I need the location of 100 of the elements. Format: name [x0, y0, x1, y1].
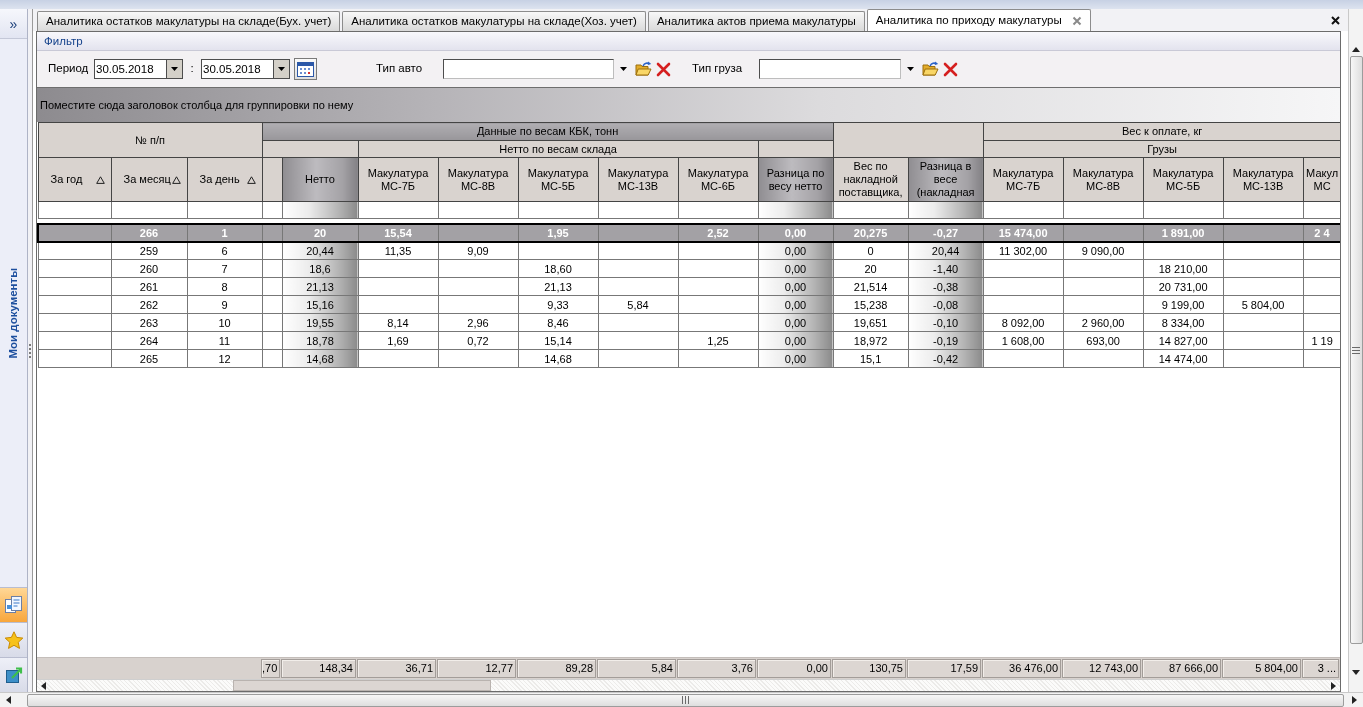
table-cell: 2,52: [678, 223, 758, 242]
cross-icon[interactable]: [656, 61, 671, 77]
lookup-field[interactable]: [443, 59, 614, 79]
folder-icon[interactable]: [635, 61, 652, 77]
calendar-icon: [297, 61, 314, 77]
footer-total: 17,59: [907, 659, 981, 678]
grip-icon[interactable]: [28, 343, 32, 358]
scrollbar-thumb[interactable]: [233, 680, 491, 691]
tab[interactable]: Аналитика остатков макулатуры на складе(Хоз. учет): [342, 11, 646, 31]
field-label: Тип авто: [376, 61, 424, 77]
tab[interactable]: Аналитика актов приема макулатуры: [647, 11, 865, 31]
footer-total: ,70: [261, 659, 280, 678]
sidebar-title[interactable]: Мои документы: [4, 267, 23, 359]
sort-triangle-icon: [95, 175, 105, 184]
footer-total: 0,00: [757, 659, 831, 678]
field-label: Период: [48, 61, 90, 77]
footer-total: 89,28: [517, 659, 596, 678]
sidebar-tile[interactable]: [0, 657, 27, 692]
column-header[interactable]: Макулатура МС-13В: [1223, 157, 1304, 202]
grip-icon: [1352, 346, 1360, 354]
date-field[interactable]: 30.05.2018: [201, 59, 273, 79]
table-row[interactable]: 263 10 19,55 8,14 2,96 8,46 0,00 19,651 -0,10 8 092,00 2 960,00 8 334,00: [38, 313, 1340, 332]
footer-total: 5 804,00: [1222, 659, 1301, 678]
column-header[interactable]: Макулатура МС-6Б: [678, 157, 758, 202]
lookup-field[interactable]: [759, 59, 901, 79]
arrow-left-icon[interactable]: [41, 681, 46, 690]
tab[interactable]: Аналитика остатков макулатуры на складе(Бух. учет): [37, 11, 341, 31]
column-header[interactable]: Макулатура МС-13В: [598, 157, 678, 202]
table-cell: 15,54: [358, 223, 438, 242]
arrow-right-icon[interactable]: [1352, 696, 1357, 704]
table-cell: 1,95: [518, 223, 598, 242]
footer-total: 36,71: [357, 659, 436, 678]
documents-icon: [3, 595, 24, 615]
expand-button[interactable]: »: [0, 9, 27, 39]
column-header[interactable]: За год: [38, 157, 111, 202]
table-row[interactable]: 265 12 14,68 14,68 0,00 15,1 -0,42 14 474,00: [38, 349, 1340, 368]
caret-icon: [171, 67, 178, 71]
sort-triangle-icon: [246, 175, 256, 184]
footer-total: 36 476,00: [982, 659, 1061, 678]
table-cell: 20,275: [833, 223, 909, 242]
cross-icon[interactable]: [943, 61, 958, 77]
caret-icon[interactable]: [907, 67, 914, 71]
column-header[interactable]: Макулатура МС-5Б: [1143, 157, 1224, 202]
band-header: Вес к оплате, кг: [983, 122, 1340, 141]
table-cell: -0,27: [908, 223, 984, 242]
table-cell: 0,00: [758, 223, 834, 242]
scrollbar-thumb[interactable]: [1349, 56, 1363, 644]
column-header[interactable]: Макулатура МС-7Б: [358, 157, 438, 202]
calendar-button[interactable]: [294, 58, 317, 80]
box-arrow-icon: [4, 666, 23, 684]
sort-triangle-icon: [171, 175, 181, 184]
table-row[interactable]: 259 6 20,44 11,35 9,09 0,00 0 20,44 11 302,00 9 090,00: [38, 241, 1340, 260]
column-header[interactable]: Макул МС: [1303, 157, 1340, 202]
caret-icon[interactable]: [620, 67, 627, 71]
footer-total: 87 666,00: [1142, 659, 1221, 678]
table-row[interactable]: 262 9 15,16 9,33 5,84 0,00 15,238 -0,08 9 199,00 5 804,00: [38, 295, 1340, 314]
column-header[interactable]: Разница по весу нетто: [758, 157, 834, 202]
arrow-up-icon[interactable]: [1352, 47, 1360, 52]
footer-total: 130,75: [832, 659, 906, 678]
column-header[interactable]: Макулатура МС-8В: [438, 157, 518, 202]
sidebar-tile[interactable]: [0, 622, 27, 657]
footer-total: 3 ...: [1302, 659, 1339, 678]
column-header[interactable]: Макулатура МС-8В: [1063, 157, 1144, 202]
dropdown-button[interactable]: [273, 59, 290, 79]
close-icon[interactable]: [1331, 16, 1340, 25]
arrow-right-icon[interactable]: [1331, 681, 1336, 690]
table-row[interactable]: 261 8 21,13 21,13 0,00 21,514 -0,38 20 731,00: [38, 277, 1340, 296]
horizontal-scrollbar[interactable]: [37, 679, 1340, 691]
table-row[interactable]: 264 11 18,78 1,69 0,72 15,14 1,25 0,00 18,972 -0,19 1 608,00 693,00 14 827,00 1 19: [38, 331, 1340, 350]
column-header[interactable]: Нетто: [282, 157, 358, 202]
sidebar-tile[interactable]: [0, 587, 27, 622]
group-panel: Поместите сюда заголовок столбца для группировки по нему: [37, 88, 1340, 122]
dropdown-button[interactable]: [166, 59, 183, 79]
column-header[interactable]: Макулатура МС-5Б: [518, 157, 598, 202]
footer-total: 12,77: [437, 659, 516, 678]
table-row[interactable]: 260 7 18,6 18,60 0,00 20 -1,40 18 210,00: [38, 259, 1340, 278]
column-header[interactable]: За день: [187, 157, 262, 202]
footer-total: 12 743,00: [1062, 659, 1141, 678]
footer-total: 148,34: [281, 659, 356, 678]
arrow-left-icon[interactable]: [6, 696, 11, 704]
table-cell: 1 891,00: [1143, 223, 1224, 242]
footer-total: 5,84: [597, 659, 676, 678]
column-header[interactable]: Макулатура МС-7Б: [983, 157, 1064, 202]
vertical-scrollbar[interactable]: [1348, 9, 1363, 692]
table-cell: 20: [282, 223, 358, 242]
date-field[interactable]: 30.05.2018: [94, 59, 166, 79]
table-cell: 266: [111, 223, 187, 242]
column-header[interactable]: Разница в весе (накладная: [908, 157, 984, 202]
tab[interactable]: Аналитика по приходу макулатуры: [866, 9, 1091, 31]
column-header[interactable]: За месяц: [111, 157, 187, 202]
column-header[interactable]: Вес по накладной поставщика,: [833, 157, 909, 202]
field-label: Тип груза: [692, 61, 744, 77]
filter-header[interactable]: Фильтр: [37, 32, 1340, 51]
table-cell: 2 4: [1303, 223, 1340, 242]
grip-icon: [682, 696, 689, 704]
folder-icon[interactable]: [922, 61, 939, 77]
arrow-down-icon[interactable]: [1352, 670, 1360, 675]
caret-icon: [278, 67, 285, 71]
separator-text: :: [189, 61, 195, 77]
table-cell: 15 474,00: [983, 223, 1064, 242]
